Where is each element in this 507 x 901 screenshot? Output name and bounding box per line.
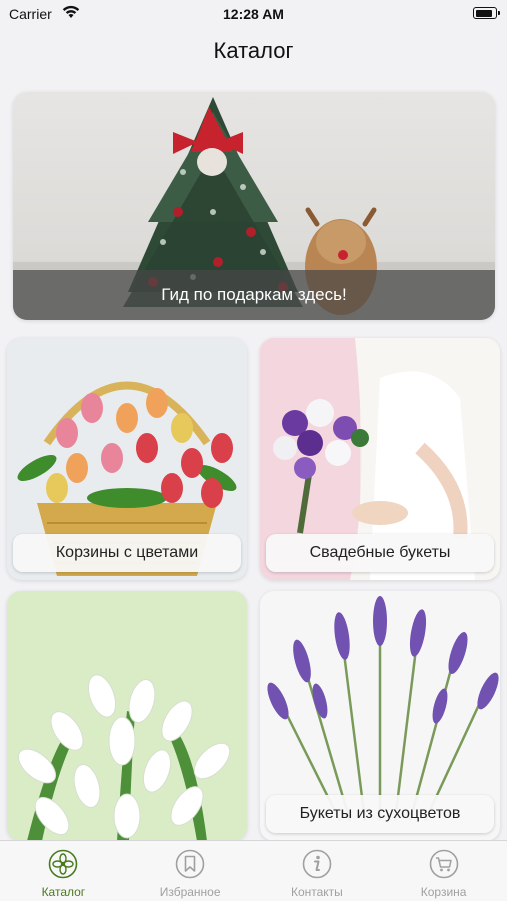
- category-spring-flowers[interactable]: [7, 591, 247, 841]
- gift-guide-banner[interactable]: Гид по подаркам здесь!: [13, 92, 495, 320]
- status-bar: Carrier 12:28 AM: [0, 0, 507, 28]
- tab-favorites[interactable]: Избранное: [127, 841, 254, 901]
- cart-icon: [428, 848, 460, 880]
- page-title: Каталог: [213, 38, 294, 63]
- tab-label: Контакты: [290, 885, 343, 899]
- tab-contacts[interactable]: Контакты: [254, 841, 381, 901]
- category-label: Букеты из сухоцветов: [266, 795, 494, 833]
- category-wedding-bouquets[interactable]: Свадебные букеты: [260, 338, 500, 580]
- category-flower-baskets[interactable]: Корзины с цветами: [7, 338, 247, 580]
- category-label: Свадебные букеты: [266, 534, 494, 572]
- battery-icon: [473, 7, 500, 19]
- battery-level: [475, 9, 492, 17]
- category-label: Корзины с цветами: [13, 534, 241, 572]
- tab-label: Корзина: [420, 885, 467, 899]
- banner-caption: Гид по подаркам здесь!: [13, 270, 495, 320]
- flower-icon: [47, 848, 79, 880]
- info-icon: [301, 848, 333, 880]
- tab-bar: Каталог Избранное Контакты Корзина: [0, 840, 507, 901]
- snowdrops-image: [17, 674, 231, 841]
- tab-cart[interactable]: Корзина: [380, 841, 507, 901]
- category-dried-flower-bouquets[interactable]: Букеты из сухоцветов: [260, 591, 500, 841]
- tab-label: Каталог: [41, 885, 86, 899]
- tab-catalog[interactable]: Каталог: [0, 841, 127, 901]
- tab-label: Избранное: [159, 885, 221, 899]
- clock: 12:28 AM: [223, 6, 284, 22]
- bookmark-icon: [174, 848, 206, 880]
